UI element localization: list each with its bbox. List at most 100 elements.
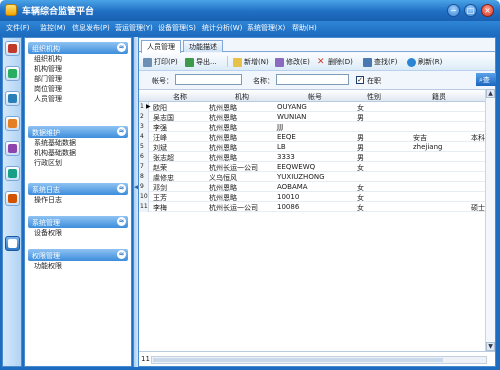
sidebar-item-device-perm[interactable]: 设备权限	[28, 228, 128, 238]
vertical-scrollbar[interactable]: ▲ ▼	[485, 89, 495, 351]
column-header-account[interactable]: 帐号	[308, 92, 322, 102]
refresh-button[interactable]: 刷新(R)	[407, 56, 442, 68]
sidebar-item-position[interactable]: 岗位管理	[28, 84, 128, 94]
cell-account: AOBAMA	[277, 183, 308, 191]
find-button[interactable]: 查找(F)	[363, 56, 398, 68]
cell-account: EEQE	[277, 133, 296, 141]
sidebar-section-header[interactable]: 组织机构 ≈	[28, 42, 128, 54]
add-button[interactable]: 新增(N)	[233, 56, 269, 68]
printer-icon	[143, 57, 152, 67]
chart-icon[interactable]	[5, 141, 20, 156]
scroll-down-icon[interactable]: ▼	[486, 342, 495, 351]
refresh-icon	[407, 57, 416, 67]
cell-account: WUNIAN	[277, 113, 307, 121]
edit-button[interactable]: 修改(E)	[275, 56, 310, 68]
sidebar-item-system-data[interactable]: 系统基础数据	[28, 138, 128, 148]
menu-devices[interactable]: 设备管理(S)	[158, 23, 196, 33]
window-title: 车辆综合监管平台	[22, 7, 95, 17]
tab-strip: 人员管理 功能描述	[139, 40, 495, 53]
delete-button[interactable]: ✕ 删除(D)	[317, 56, 353, 68]
column-header-origin[interactable]: 籍贯	[432, 92, 446, 102]
current-row-icon: ▶	[146, 103, 151, 110]
grid-footer: 11	[139, 351, 495, 366]
sidebar-section-org: 组织机构 ≈ 组织机构 机构管理 部门管理 岗位管理 人员管理	[28, 42, 128, 104]
sidebar-item-agency-data[interactable]: 机构基础数据	[28, 148, 128, 158]
main-panel: 人员管理 功能描述 打印(P) 导出... 新增(N) 修改(E) ✕ 删除(D…	[138, 37, 496, 367]
menu-operations[interactable]: 营运管理(Y)	[115, 23, 153, 33]
filter-bar: 帐号： 名称： ✓ 在职 ⌕查	[139, 72, 496, 88]
sidebar-item-region[interactable]: 行政区划	[28, 158, 128, 168]
sidebar-section-header[interactable]: 系统日志 ≈	[28, 183, 128, 195]
export-button[interactable]: 导出...	[185, 56, 217, 68]
table-row[interactable]: 6 张志超 杭州恩略 3333 男	[139, 152, 485, 162]
collapse-icon[interactable]: ≈	[117, 217, 126, 226]
vehicle-icon[interactable]	[5, 66, 20, 81]
name-input[interactable]	[276, 74, 349, 85]
sidebar-item-department[interactable]: 部门管理	[28, 74, 128, 84]
sidebar-section-logs: 系统日志 ≈ 操作日志	[28, 183, 128, 205]
layers-icon[interactable]	[5, 236, 20, 251]
menu-publish[interactable]: 信息发布(P)	[72, 23, 110, 33]
column-header-gender[interactable]: 性别	[367, 92, 381, 102]
table-row[interactable]: 3 李强 杭州恩略 JJJ	[139, 122, 485, 132]
sidebar-item-org[interactable]: 组织机构	[28, 54, 128, 64]
in-service-checkbox[interactable]: ✓	[356, 76, 364, 84]
sidebar-item-op-log[interactable]: 操作日志	[28, 195, 128, 205]
collapse-icon[interactable]: ≈	[117, 127, 126, 136]
query-button[interactable]: ⌕查	[476, 73, 496, 86]
row-number: 8	[139, 172, 149, 182]
menu-system[interactable]: 系统管理(X)	[247, 23, 285, 33]
sidebar-item-agency[interactable]: 机构管理	[28, 64, 128, 74]
table-row[interactable]: 11 李梅 杭州长运一公司 10086 女 硕士	[139, 202, 485, 212]
table-row[interactable]: 5 刘斌 杭州恩略 LB 男 zhejiang	[139, 142, 485, 152]
menu-help[interactable]: 帮助(H)	[292, 23, 317, 33]
table-row[interactable]: 9 邓剑 杭州恩略 AOBAMA 女	[139, 182, 485, 192]
sidebar-item-func-perm[interactable]: 功能权限	[28, 261, 128, 271]
column-header-org[interactable]: 机构	[235, 92, 249, 102]
menu-monitor[interactable]: 监控(M)	[40, 23, 66, 33]
scroll-thumb[interactable]	[153, 358, 443, 362]
toolbar-divider	[227, 56, 228, 67]
name-label: 名称：	[253, 77, 274, 85]
row-number: 11	[139, 202, 149, 212]
collapse-icon[interactable]: ≈	[117, 184, 126, 193]
sidebar-section-header[interactable]: 系统管理 ≈	[28, 216, 128, 228]
print-button[interactable]: 打印(P)	[143, 56, 178, 68]
sidebar-item-personnel[interactable]: 人员管理	[28, 94, 128, 104]
settings-icon[interactable]	[5, 166, 20, 181]
report-icon[interactable]	[5, 191, 20, 206]
collapse-icon[interactable]: ≈	[117, 43, 126, 52]
collapse-icon[interactable]: ≈	[117, 250, 126, 259]
minimize-button[interactable]: −	[447, 4, 460, 17]
sidebar-section-header[interactable]: 权限管理 ≈	[28, 249, 128, 261]
table-row[interactable]: 10 王芳 杭州恩略 10010 女	[139, 192, 485, 202]
row-number: 2	[139, 112, 149, 122]
table-row[interactable]: 1 ▶ 欧阳 杭州恩略 OUYANG 女	[139, 102, 485, 112]
app-logo-icon	[5, 4, 17, 16]
cell-org: 杭州长运一公司	[209, 204, 258, 212]
record-count: 11	[141, 355, 150, 363]
row-number: 10	[139, 192, 149, 202]
menu-statistics[interactable]: 统计分析(W)	[202, 23, 242, 33]
menu-file[interactable]: 文件(F)	[6, 23, 30, 33]
row-number: 5	[139, 142, 149, 152]
horizontal-scrollbar[interactable]	[151, 356, 487, 364]
sidebar-section-header[interactable]: 数据维护 ≈	[28, 126, 128, 138]
column-header-name[interactable]: 名称	[173, 92, 187, 102]
row-number: 4	[139, 132, 149, 142]
table-row[interactable]: 4 汪峰 杭州恩略 EEQE 男安吉 本科	[139, 132, 485, 142]
tab-personnel[interactable]: 人员管理	[141, 40, 181, 53]
scroll-up-icon[interactable]: ▲	[486, 89, 495, 98]
maximize-button[interactable]: □	[464, 4, 477, 17]
network-icon[interactable]	[5, 91, 20, 106]
tab-description[interactable]: 功能描述	[183, 40, 223, 52]
cell-account: JJJ	[277, 123, 284, 131]
table-row[interactable]: 7 赵荣 杭州长运一公司 EEQWEWQ 女	[139, 162, 485, 172]
account-input[interactable]	[175, 74, 242, 85]
table-row[interactable]: 8 虞修忠 义乌恒风 YUXIUZHONG	[139, 172, 485, 182]
people-icon[interactable]	[5, 116, 20, 131]
module-icon-bar	[2, 37, 22, 367]
table-row[interactable]: 2 吴志国 杭州恩略 WUNIAN 男	[139, 112, 485, 122]
home-icon[interactable]	[5, 41, 20, 56]
close-button[interactable]: ×	[481, 4, 494, 17]
